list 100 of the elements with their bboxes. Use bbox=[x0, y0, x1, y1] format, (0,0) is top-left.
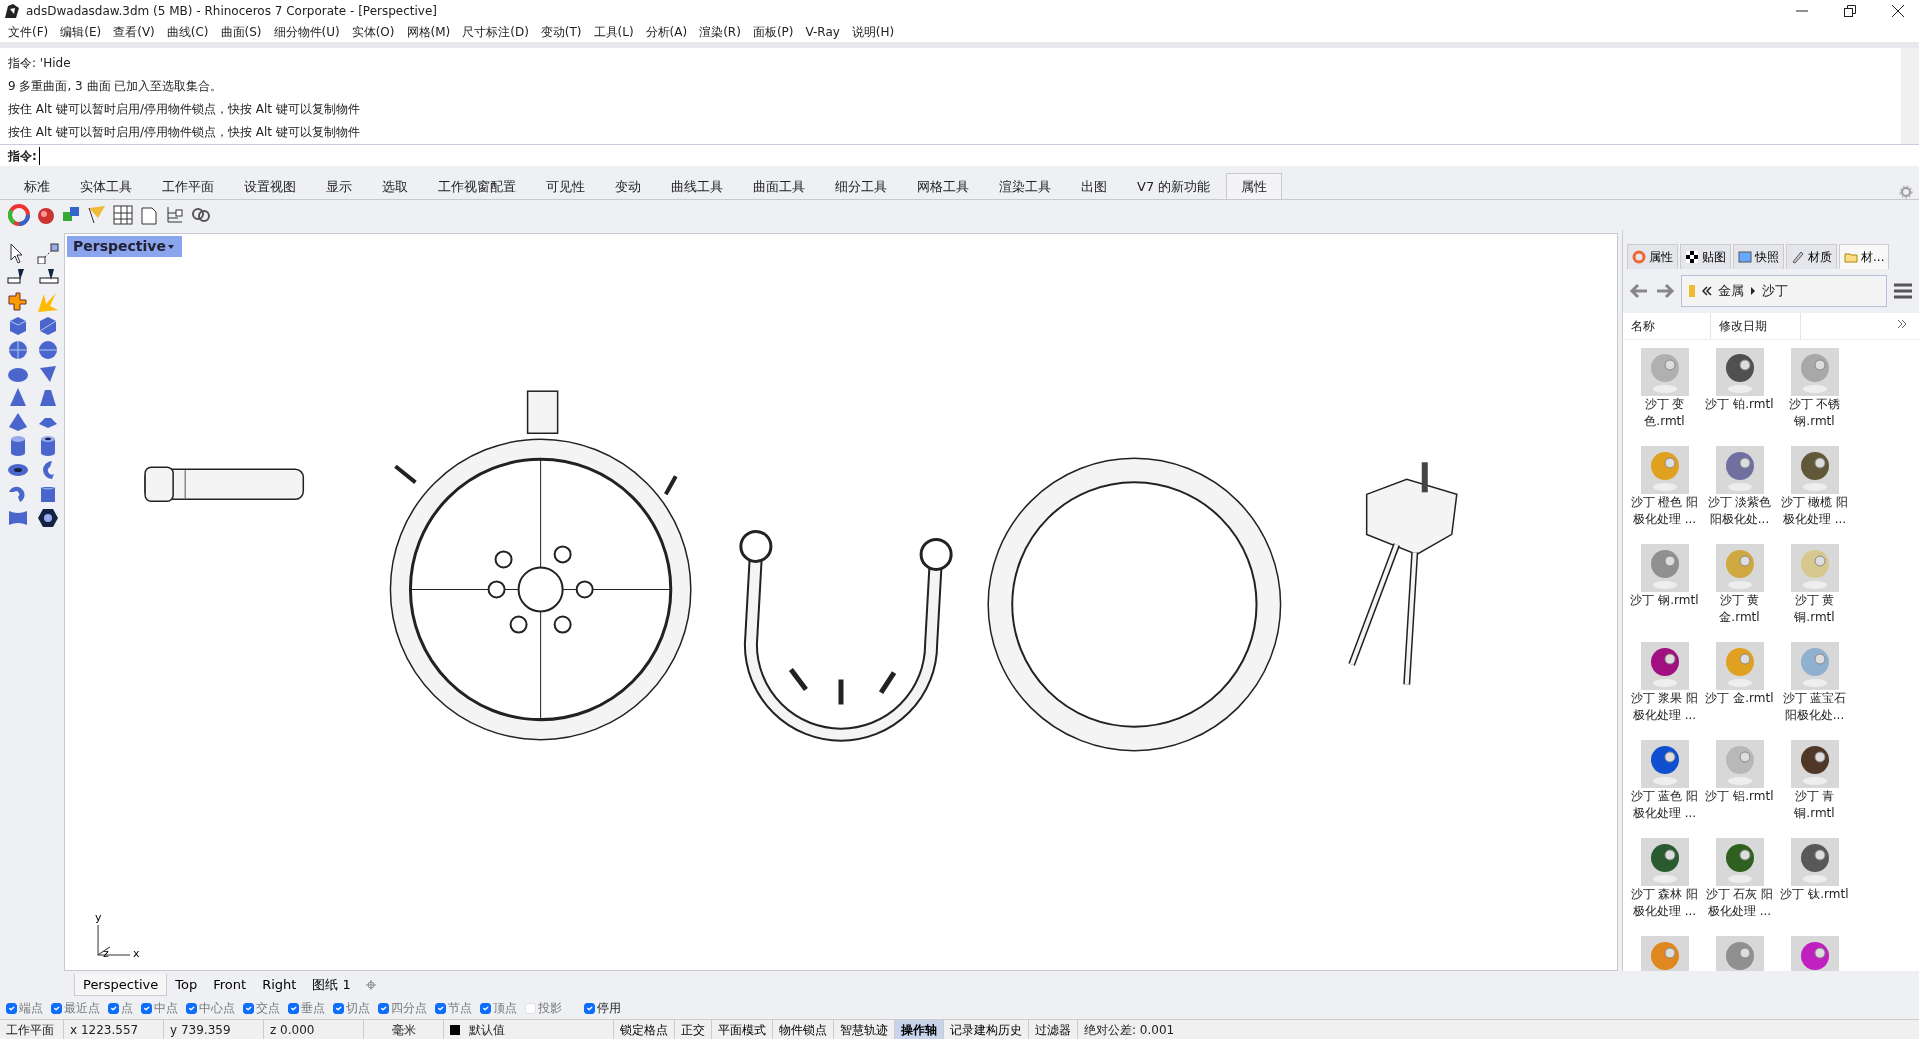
toolbar-tab[interactable]: 曲面工具 bbox=[739, 173, 819, 199]
material-name[interactable]: 沙丁 铂.rmtl bbox=[1705, 396, 1774, 413]
toolbar-tab[interactable]: 显示 bbox=[312, 173, 366, 199]
scrollbar[interactable] bbox=[1901, 48, 1919, 144]
toolbar-tab[interactable]: 实体工具 bbox=[66, 173, 146, 199]
material-name[interactable]: 沙丁 钛.rmtl bbox=[1780, 886, 1849, 903]
toolbar-tab[interactable]: 曲线工具 bbox=[657, 173, 737, 199]
toolbar-tab[interactable]: 工作视窗配置 bbox=[424, 173, 530, 199]
material-name[interactable]: 沙丁 浆果 阳极化处理 ... bbox=[1627, 690, 1702, 724]
tree-icon[interactable] bbox=[164, 204, 186, 226]
points-icon[interactable] bbox=[36, 242, 60, 264]
osnap-checkbox[interactable] bbox=[243, 1002, 254, 1014]
osnap-checkbox[interactable] bbox=[378, 1002, 389, 1014]
restore-icon[interactable] bbox=[1843, 4, 1857, 18]
material-thumbnail[interactable] bbox=[1640, 838, 1689, 886]
material-thumbnail[interactable] bbox=[1715, 838, 1764, 886]
osnap-checkbox[interactable] bbox=[333, 1002, 344, 1014]
menu-item[interactable]: 曲面(S) bbox=[220, 23, 262, 41]
material-name[interactable]: 沙丁 蓝宝石阳极化处... bbox=[1777, 690, 1852, 724]
lamp-icon[interactable] bbox=[86, 204, 108, 226]
material-thumbnail[interactable] bbox=[1715, 936, 1764, 971]
panel-tab[interactable]: 材... bbox=[1839, 244, 1890, 269]
material-thumbnail[interactable] bbox=[1790, 936, 1839, 971]
toolbar-tab[interactable]: 选取 bbox=[368, 173, 422, 199]
material-thumbnail[interactable] bbox=[1640, 740, 1689, 788]
path-field[interactable]: 金属 沙丁 bbox=[1681, 275, 1887, 307]
menu-item[interactable]: 查看(V) bbox=[113, 23, 155, 41]
double-chevron-icon[interactable] bbox=[1897, 319, 1907, 329]
osnap-checkbox[interactable] bbox=[435, 1002, 446, 1014]
osnap-checkbox[interactable] bbox=[288, 1002, 299, 1014]
status-toggle[interactable]: 过滤器 bbox=[1029, 1019, 1078, 1039]
toolbar-tab[interactable]: 标准 bbox=[10, 173, 64, 199]
viewport-tab[interactable]: Perspective bbox=[74, 973, 168, 997]
menu-item[interactable]: 工具(L) bbox=[593, 23, 634, 41]
sphere-icon[interactable] bbox=[6, 338, 30, 360]
material-name[interactable]: 沙丁 淡紫色阳极化处... bbox=[1702, 494, 1777, 528]
menu-item[interactable]: V-Ray bbox=[805, 23, 840, 41]
status-toggle[interactable]: 正交 bbox=[675, 1019, 712, 1039]
material-thumbnail[interactable] bbox=[1790, 544, 1839, 592]
menu-item[interactable]: 细分物件(U) bbox=[273, 23, 340, 41]
osnap-checkbox[interactable] bbox=[51, 1002, 62, 1014]
toolbar-tab[interactable]: 网格工具 bbox=[903, 173, 983, 199]
osnap-checkbox[interactable] bbox=[480, 1002, 491, 1014]
material-thumbnail[interactable] bbox=[1790, 740, 1839, 788]
panel-tab[interactable]: 贴图 bbox=[1680, 244, 1731, 269]
panel-tab[interactable]: 快照 bbox=[1733, 244, 1784, 269]
material-thumbnail[interactable] bbox=[1790, 642, 1839, 690]
material-thumbnail[interactable] bbox=[1790, 838, 1839, 886]
material-name[interactable]: 沙丁 橄榄 阳极化处理 ... bbox=[1777, 494, 1852, 528]
material-thumbnail[interactable] bbox=[1640, 348, 1689, 396]
material-thumbnail[interactable] bbox=[1640, 544, 1689, 592]
material-thumbnail[interactable] bbox=[1640, 446, 1689, 494]
status-toggle[interactable]: 记录建构历史 bbox=[944, 1019, 1029, 1039]
material-name[interactable]: 沙丁 青铜.rmtl bbox=[1777, 788, 1852, 822]
material-name[interactable]: 沙丁 橙色 阳极化处理 ... bbox=[1627, 494, 1702, 528]
page-icon[interactable] bbox=[138, 204, 160, 226]
status-toggle[interactable]: 平面模式 bbox=[712, 1019, 773, 1039]
column-header[interactable]: 修改日期 bbox=[1711, 313, 1801, 339]
osnap-checkbox[interactable] bbox=[186, 1002, 197, 1014]
material-name[interactable]: 沙丁 变色.rmtl bbox=[1627, 396, 1702, 430]
toolbar-tab[interactable]: 设置视图 bbox=[230, 173, 310, 199]
column-header[interactable]: 名称 bbox=[1623, 313, 1711, 339]
material-thumbnail[interactable] bbox=[1790, 446, 1839, 494]
toolbar-tab[interactable]: 细分工具 bbox=[821, 173, 901, 199]
osnap-checkbox[interactable] bbox=[584, 1002, 595, 1014]
material-thumbnail[interactable] bbox=[1790, 348, 1839, 396]
close-icon[interactable] bbox=[1891, 4, 1905, 18]
material-name[interactable]: 沙丁 黄金.rmtl bbox=[1702, 592, 1777, 626]
grid-icon[interactable] bbox=[112, 204, 134, 226]
menu-item[interactable]: 实体(O) bbox=[351, 23, 395, 41]
toolbar-tab[interactable]: 出图 bbox=[1067, 173, 1121, 199]
add-icon[interactable] bbox=[364, 979, 377, 991]
menu-item[interactable]: 渲染(R) bbox=[699, 23, 741, 41]
panel-tab[interactable]: 材质 bbox=[1786, 244, 1837, 269]
toolbar-tab[interactable]: 属性 bbox=[1226, 172, 1283, 199]
back-arrow-icon[interactable] bbox=[1629, 282, 1649, 300]
material-thumbnail[interactable] bbox=[1715, 740, 1764, 788]
menu-item[interactable]: 曲线(C) bbox=[166, 23, 209, 41]
material-name[interactable]: 沙丁 蓝色 阳极化处理 ... bbox=[1627, 788, 1702, 822]
toolbar-tab[interactable]: 渲染工具 bbox=[985, 173, 1065, 199]
material-thumbnail[interactable] bbox=[1715, 348, 1764, 396]
menu-item[interactable]: 分析(A) bbox=[645, 23, 688, 41]
status-toggle[interactable]: 操作轴 bbox=[895, 1019, 944, 1039]
panel-tab[interactable]: 属性 bbox=[1627, 244, 1678, 269]
viewport-title[interactable]: Perspective bbox=[67, 236, 182, 257]
material-name[interactable]: 沙丁 黄铜.rmtl bbox=[1777, 592, 1852, 626]
material-name[interactable]: 沙丁 森林 阳极化处理 ... bbox=[1627, 886, 1702, 920]
menu-item[interactable]: 说明(H) bbox=[851, 23, 895, 41]
color-wheel-icon[interactable] bbox=[8, 204, 30, 226]
material-thumbnail[interactable] bbox=[1715, 446, 1764, 494]
material-thumbnail[interactable] bbox=[1715, 544, 1764, 592]
material-name[interactable]: 沙丁 不锈钢.rmtl bbox=[1777, 396, 1852, 430]
material-name[interactable]: 沙丁 石灰 阳极化处理 ... bbox=[1702, 886, 1777, 920]
forward-arrow-icon[interactable] bbox=[1655, 282, 1675, 300]
viewport-tab[interactable]: Top bbox=[167, 974, 206, 996]
menu-item[interactable]: 面板(P) bbox=[752, 23, 794, 41]
material-name[interactable]: 沙丁 金.rmtl bbox=[1705, 690, 1774, 707]
toolbar-tab[interactable]: 工作平面 bbox=[148, 173, 228, 199]
osnap-checkbox[interactable] bbox=[6, 1002, 17, 1014]
material-thumbnail[interactable] bbox=[1715, 642, 1764, 690]
